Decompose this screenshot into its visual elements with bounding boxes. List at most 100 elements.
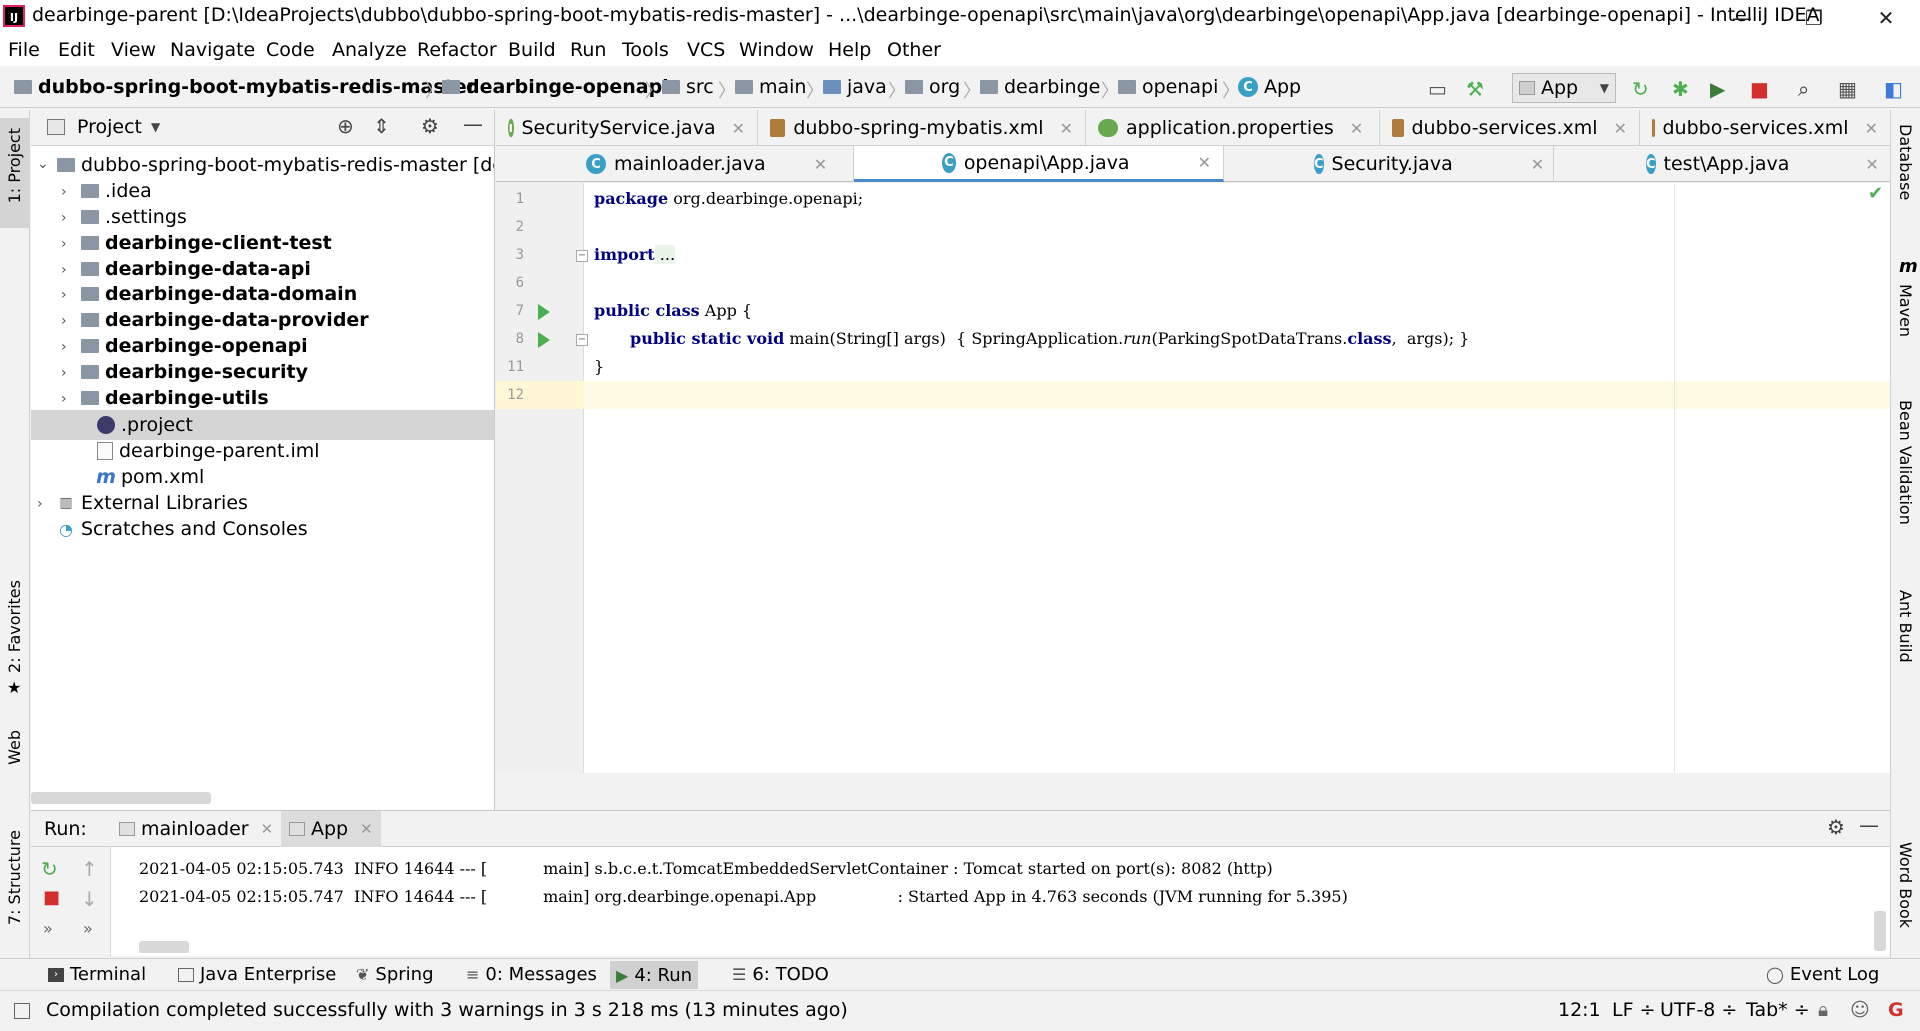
- search-icon[interactable]: ⌕: [1798, 77, 1809, 101]
- status-message[interactable]: Compilation completed successfully with …: [46, 999, 848, 1021]
- tool-todo[interactable]: ☰ 6: TODO: [732, 964, 829, 985]
- console-vertical-scrollbar[interactable]: [1874, 911, 1886, 951]
- tab-openapi-app[interactable]: C openapi\App.java ✕: [854, 146, 1224, 182]
- close-window-button[interactable]: ✕: [1856, 0, 1916, 36]
- chevron-right-icon[interactable]: ›: [61, 262, 67, 278]
- run-gutter-icon[interactable]: [538, 332, 550, 348]
- chevron-right-icon[interactable]: ›: [61, 210, 67, 226]
- tab-security[interactable]: C Security.java ✕: [1224, 146, 1554, 182]
- ant-build-tool-label[interactable]: Ant Build: [1896, 590, 1915, 663]
- menu-window[interactable]: Window: [739, 39, 814, 61]
- fold-toggle-icon[interactable]: −: [576, 334, 588, 346]
- breadcrumb-org[interactable]: org: [905, 76, 960, 98]
- menu-file[interactable]: File: [8, 39, 40, 61]
- locate-crosshair-icon[interactable]: ⊕: [337, 114, 354, 138]
- tab-dubbo-spring-mybatis[interactable]: dubbo-spring-mybatis.xml ✕: [758, 110, 1086, 146]
- run-config-select[interactable]: App ▼: [1512, 73, 1616, 103]
- rerun-icon[interactable]: ↻: [1632, 77, 1649, 101]
- arrow-up-icon[interactable]: ↑: [81, 857, 98, 881]
- tool-terminal[interactable]: › Terminal: [48, 964, 146, 985]
- tree-item-utils[interactable]: dearbinge-utils: [81, 383, 269, 413]
- database-tool-label[interactable]: Database: [1896, 124, 1915, 200]
- breadcrumb-main[interactable]: main: [735, 76, 806, 98]
- tab-dubbo-services-1[interactable]: dubbo-services.xml ✕: [1380, 110, 1640, 146]
- breadcrumb-dearbinge[interactable]: dearbinge: [980, 76, 1100, 98]
- menu-run[interactable]: Run: [570, 39, 606, 61]
- web-tool-label[interactable]: Web: [5, 730, 24, 765]
- close-tab-icon[interactable]: ✕: [360, 820, 373, 838]
- close-tab-icon[interactable]: ✕: [261, 820, 274, 838]
- breadcrumb-java[interactable]: java: [823, 76, 887, 98]
- console-scrollbar[interactable]: [139, 941, 189, 953]
- breadcrumb-app[interactable]: C App: [1238, 76, 1301, 98]
- run-tab-app[interactable]: App ✕: [281, 811, 381, 847]
- translate-icon[interactable]: ◧: [1884, 77, 1903, 101]
- project-tool-tab[interactable]: 1: Project: [0, 118, 30, 228]
- minimize-button[interactable]: —: [1712, 0, 1772, 36]
- project-structure-button-icon[interactable]: ▦: [1838, 77, 1857, 101]
- status-toggle-icon[interactable]: [14, 1003, 30, 1019]
- menu-other[interactable]: Other: [887, 39, 941, 61]
- hide-panel-icon[interactable]: —: [1859, 813, 1879, 837]
- chevron-right-icon[interactable]: ›: [61, 365, 67, 381]
- more-icon[interactable]: »: [43, 919, 53, 938]
- debug-bug-icon[interactable]: ✱: [1672, 77, 1689, 101]
- lock-icon[interactable]: 🔒︎: [1818, 999, 1828, 1021]
- breadcrumb-module[interactable]: dearbinge-openapi: [442, 76, 669, 98]
- chevron-right-icon[interactable]: ›: [61, 236, 67, 252]
- rerun-icon[interactable]: ↻: [41, 857, 58, 881]
- gear-icon[interactable]: ⚙: [1827, 815, 1845, 839]
- close-tab-icon[interactable]: ✕: [1350, 119, 1363, 138]
- tool-event-log[interactable]: ◯ Event Log: [1766, 964, 1879, 985]
- chevron-right-icon[interactable]: ›: [61, 287, 67, 303]
- project-view-title[interactable]: Project: [77, 116, 142, 138]
- chevron-right-icon[interactable]: ›: [37, 496, 43, 512]
- inspector-icon[interactable]: ☺: [1850, 999, 1870, 1021]
- chevron-right-icon[interactable]: ›: [61, 184, 67, 200]
- caret-position[interactable]: 12:1: [1558, 999, 1601, 1021]
- breadcrumb-openapi[interactable]: openapi: [1118, 76, 1218, 98]
- menu-analyze[interactable]: Analyze: [332, 39, 407, 61]
- chevron-right-icon[interactable]: ›: [61, 313, 67, 329]
- stop-icon[interactable]: ■: [43, 887, 60, 908]
- close-tab-icon[interactable]: ✕: [1198, 153, 1211, 172]
- menu-tools[interactable]: Tools: [622, 39, 669, 61]
- menu-refactor[interactable]: Refactor: [417, 39, 497, 61]
- chevron-down-icon[interactable]: ⌄: [37, 156, 49, 172]
- menu-vcs[interactable]: VCS: [687, 39, 725, 61]
- breadcrumb-src[interactable]: src: [662, 76, 714, 98]
- tool-spring[interactable]: ❦ Spring: [356, 964, 434, 985]
- tool-java-enterprise[interactable]: Java Enterprise: [178, 964, 336, 985]
- file-encoding[interactable]: UTF-8 ÷: [1660, 999, 1737, 1021]
- restore-button[interactable]: ❐: [1784, 0, 1844, 36]
- tool-run[interactable]: ▶ 4: Run: [610, 961, 699, 989]
- tab-mainloader[interactable]: C mainloader.java ✕: [496, 146, 854, 182]
- gear-icon[interactable]: ⚙: [421, 114, 439, 138]
- close-tab-icon[interactable]: ✕: [1060, 119, 1073, 138]
- tree-item-scratches[interactable]: ◔ Scratches and Consoles: [57, 514, 308, 544]
- menu-navigate[interactable]: Navigate: [170, 39, 255, 61]
- code-editor[interactable]: 1 2 3 6 7 8 11 12 − − package org.dearbi…: [496, 183, 1890, 773]
- project-structure-icon[interactable]: ▭: [1428, 77, 1447, 101]
- tab-dubbo-services-2[interactable]: dubbo-services.xml ✕: [1640, 110, 1890, 146]
- collapse-all-icon[interactable]: ⇕: [373, 114, 390, 138]
- run-tab-mainloader[interactable]: mainloader ✕: [111, 811, 281, 847]
- stop-icon[interactable]: ■: [1750, 77, 1769, 101]
- line-separator[interactable]: LF ÷: [1612, 999, 1655, 1021]
- folded-imports[interactable]: ...: [654, 245, 676, 264]
- close-tab-icon[interactable]: ✕: [1865, 119, 1878, 138]
- tab-application-properties[interactable]: application.properties ✕: [1086, 110, 1380, 146]
- close-tab-icon[interactable]: ✕: [732, 119, 745, 138]
- tool-messages[interactable]: ≡ 0: Messages: [466, 964, 597, 985]
- structure-tool-label[interactable]: 7: Structure: [5, 830, 24, 925]
- chevron-right-icon[interactable]: ›: [61, 339, 67, 355]
- close-tab-icon[interactable]: ✕: [814, 155, 827, 174]
- close-tab-icon[interactable]: ✕: [1531, 155, 1544, 174]
- menu-edit[interactable]: Edit: [58, 39, 95, 61]
- horizontal-scrollbar[interactable]: [31, 792, 211, 804]
- chevron-right-icon[interactable]: ›: [61, 391, 67, 407]
- breadcrumb-project[interactable]: dubbo-spring-boot-mybatis-redis-master: [14, 76, 476, 98]
- menu-build[interactable]: Build: [508, 39, 556, 61]
- menu-help[interactable]: Help: [828, 39, 871, 61]
- tab-security-service[interactable]: I SecurityService.java ✕: [496, 110, 758, 146]
